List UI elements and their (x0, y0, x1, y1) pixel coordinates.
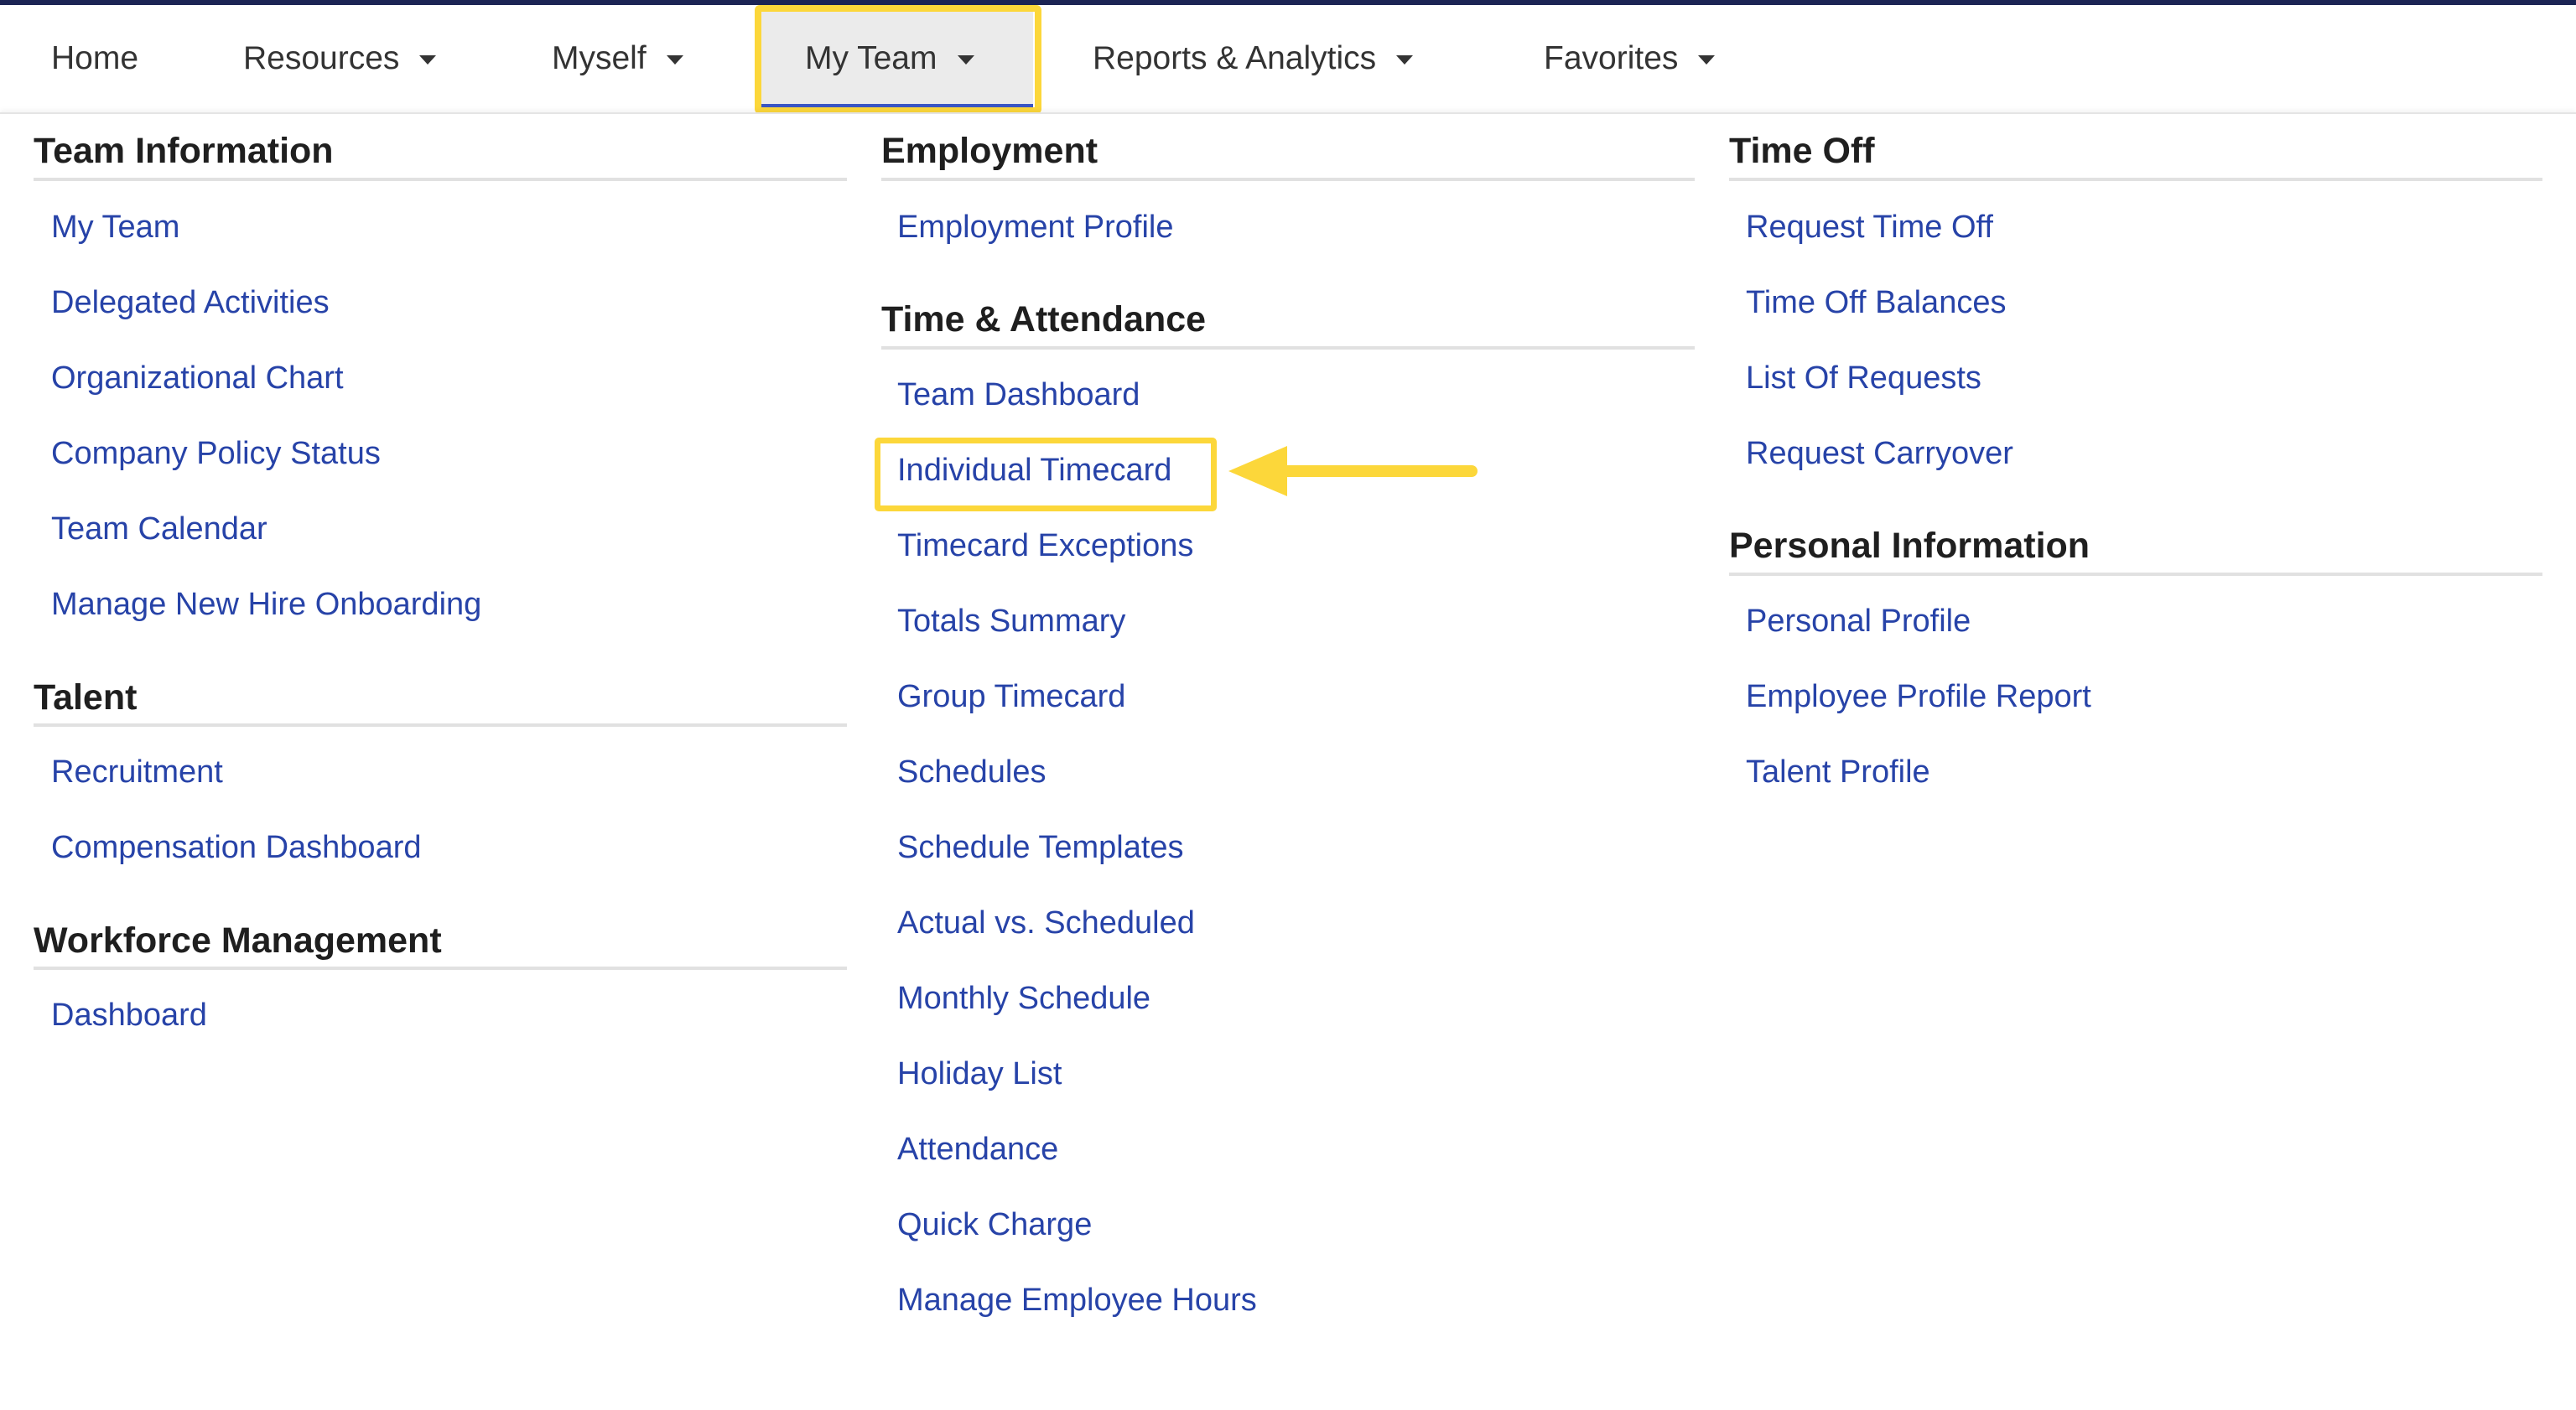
menu-link-manage-employee-hours[interactable]: Manage Employee Hours (897, 1283, 1257, 1319)
menu-link-totals-summary[interactable]: Totals Summary (897, 604, 1125, 640)
caret-down-icon (1698, 54, 1716, 65)
section-divider (34, 723, 847, 727)
menu-link-monthly-schedule[interactable]: Monthly Schedule (897, 981, 1150, 1017)
nav-home-label: Home (51, 40, 139, 76)
section-divider (34, 967, 847, 970)
mega-menu-panel (0, 112, 2576, 1410)
menu-link-time-off-balances[interactable]: Time Off Balances (1746, 285, 2006, 321)
menu-link-employment-profile[interactable]: Employment Profile (897, 210, 1173, 246)
menu-link-schedules[interactable]: Schedules (897, 754, 1046, 791)
nav-resources-label: Resources (243, 40, 400, 76)
pointer-arrow-icon (1228, 446, 1478, 496)
menu-link-team-calendar[interactable]: Team Calendar (51, 511, 267, 547)
menu-link-organizational-chart[interactable]: Organizational Chart (51, 360, 344, 397)
menu-link-request-carryover[interactable]: Request Carryover (1746, 436, 2013, 472)
menu-link-attendance[interactable]: Attendance (897, 1132, 1058, 1168)
section-title-personal-information: Personal Information (1729, 526, 2090, 566)
menu-link-recruitment[interactable]: Recruitment (51, 754, 223, 791)
nav-reports-analytics-label: Reports & Analytics (1093, 40, 1377, 76)
menu-link-employee-profile-report[interactable]: Employee Profile Report (1746, 679, 2091, 715)
menu-link-quick-charge[interactable]: Quick Charge (897, 1207, 1092, 1243)
tab-highlight-box (755, 5, 1041, 114)
caret-down-icon (1396, 54, 1414, 65)
section-divider (881, 346, 1695, 350)
section-divider (1729, 178, 2542, 181)
section-divider (34, 178, 847, 181)
main-nav: Home Resources Myself My Team Reports & … (0, 5, 2576, 112)
menu-link-compensation-dashboard[interactable]: Compensation Dashboard (51, 830, 422, 866)
section-title-team-information: Team Information (34, 131, 334, 171)
section-title-time-attendance: Time & Attendance (881, 299, 1207, 340)
nav-reports-analytics[interactable]: Reports & Analytics (1093, 5, 1414, 112)
section-title-employment: Employment (881, 131, 1098, 171)
nav-favorites-label: Favorites (1544, 40, 1679, 76)
section-title-workforce-management: Workforce Management (34, 920, 442, 961)
nav-resources[interactable]: Resources (243, 5, 437, 112)
menu-link-request-time-off[interactable]: Request Time Off (1746, 210, 1993, 246)
menu-link-my-team[interactable]: My Team (51, 210, 179, 246)
caret-down-icon (419, 54, 437, 65)
menu-link-dashboard[interactable]: Dashboard (51, 998, 207, 1034)
menu-link-company-policy-status[interactable]: Company Policy Status (51, 436, 381, 472)
section-title-talent: Talent (34, 677, 138, 718)
section-divider (881, 178, 1695, 181)
menu-link-talent-profile[interactable]: Talent Profile (1746, 754, 1930, 791)
section-title-time-off: Time Off (1729, 131, 1875, 171)
menu-link-team-dashboard[interactable]: Team Dashboard (897, 377, 1140, 413)
nav-myself[interactable]: Myself (552, 5, 683, 112)
menu-link-holiday-list[interactable]: Holiday List (897, 1056, 1062, 1092)
menu-link-personal-profile[interactable]: Personal Profile (1746, 604, 1971, 640)
section-divider (1729, 573, 2542, 576)
caret-down-icon (666, 54, 683, 65)
nav-home[interactable]: Home (51, 5, 138, 112)
menu-link-list-of-requests[interactable]: List Of Requests (1746, 360, 1981, 397)
menu-link-schedule-templates[interactable]: Schedule Templates (897, 830, 1184, 866)
menu-link-manage-new-hire-onboarding[interactable]: Manage New Hire Onboarding (51, 587, 481, 623)
menu-link-actual-vs-scheduled[interactable]: Actual vs. Scheduled (897, 905, 1195, 941)
item-highlight-box (875, 438, 1217, 511)
menu-link-delegated-activities[interactable]: Delegated Activities (51, 285, 330, 321)
nav-myself-label: Myself (552, 40, 647, 76)
nav-favorites[interactable]: Favorites (1544, 5, 1716, 112)
menu-link-group-timecard[interactable]: Group Timecard (897, 679, 1125, 715)
menu-link-timecard-exceptions[interactable]: Timecard Exceptions (897, 528, 1193, 564)
